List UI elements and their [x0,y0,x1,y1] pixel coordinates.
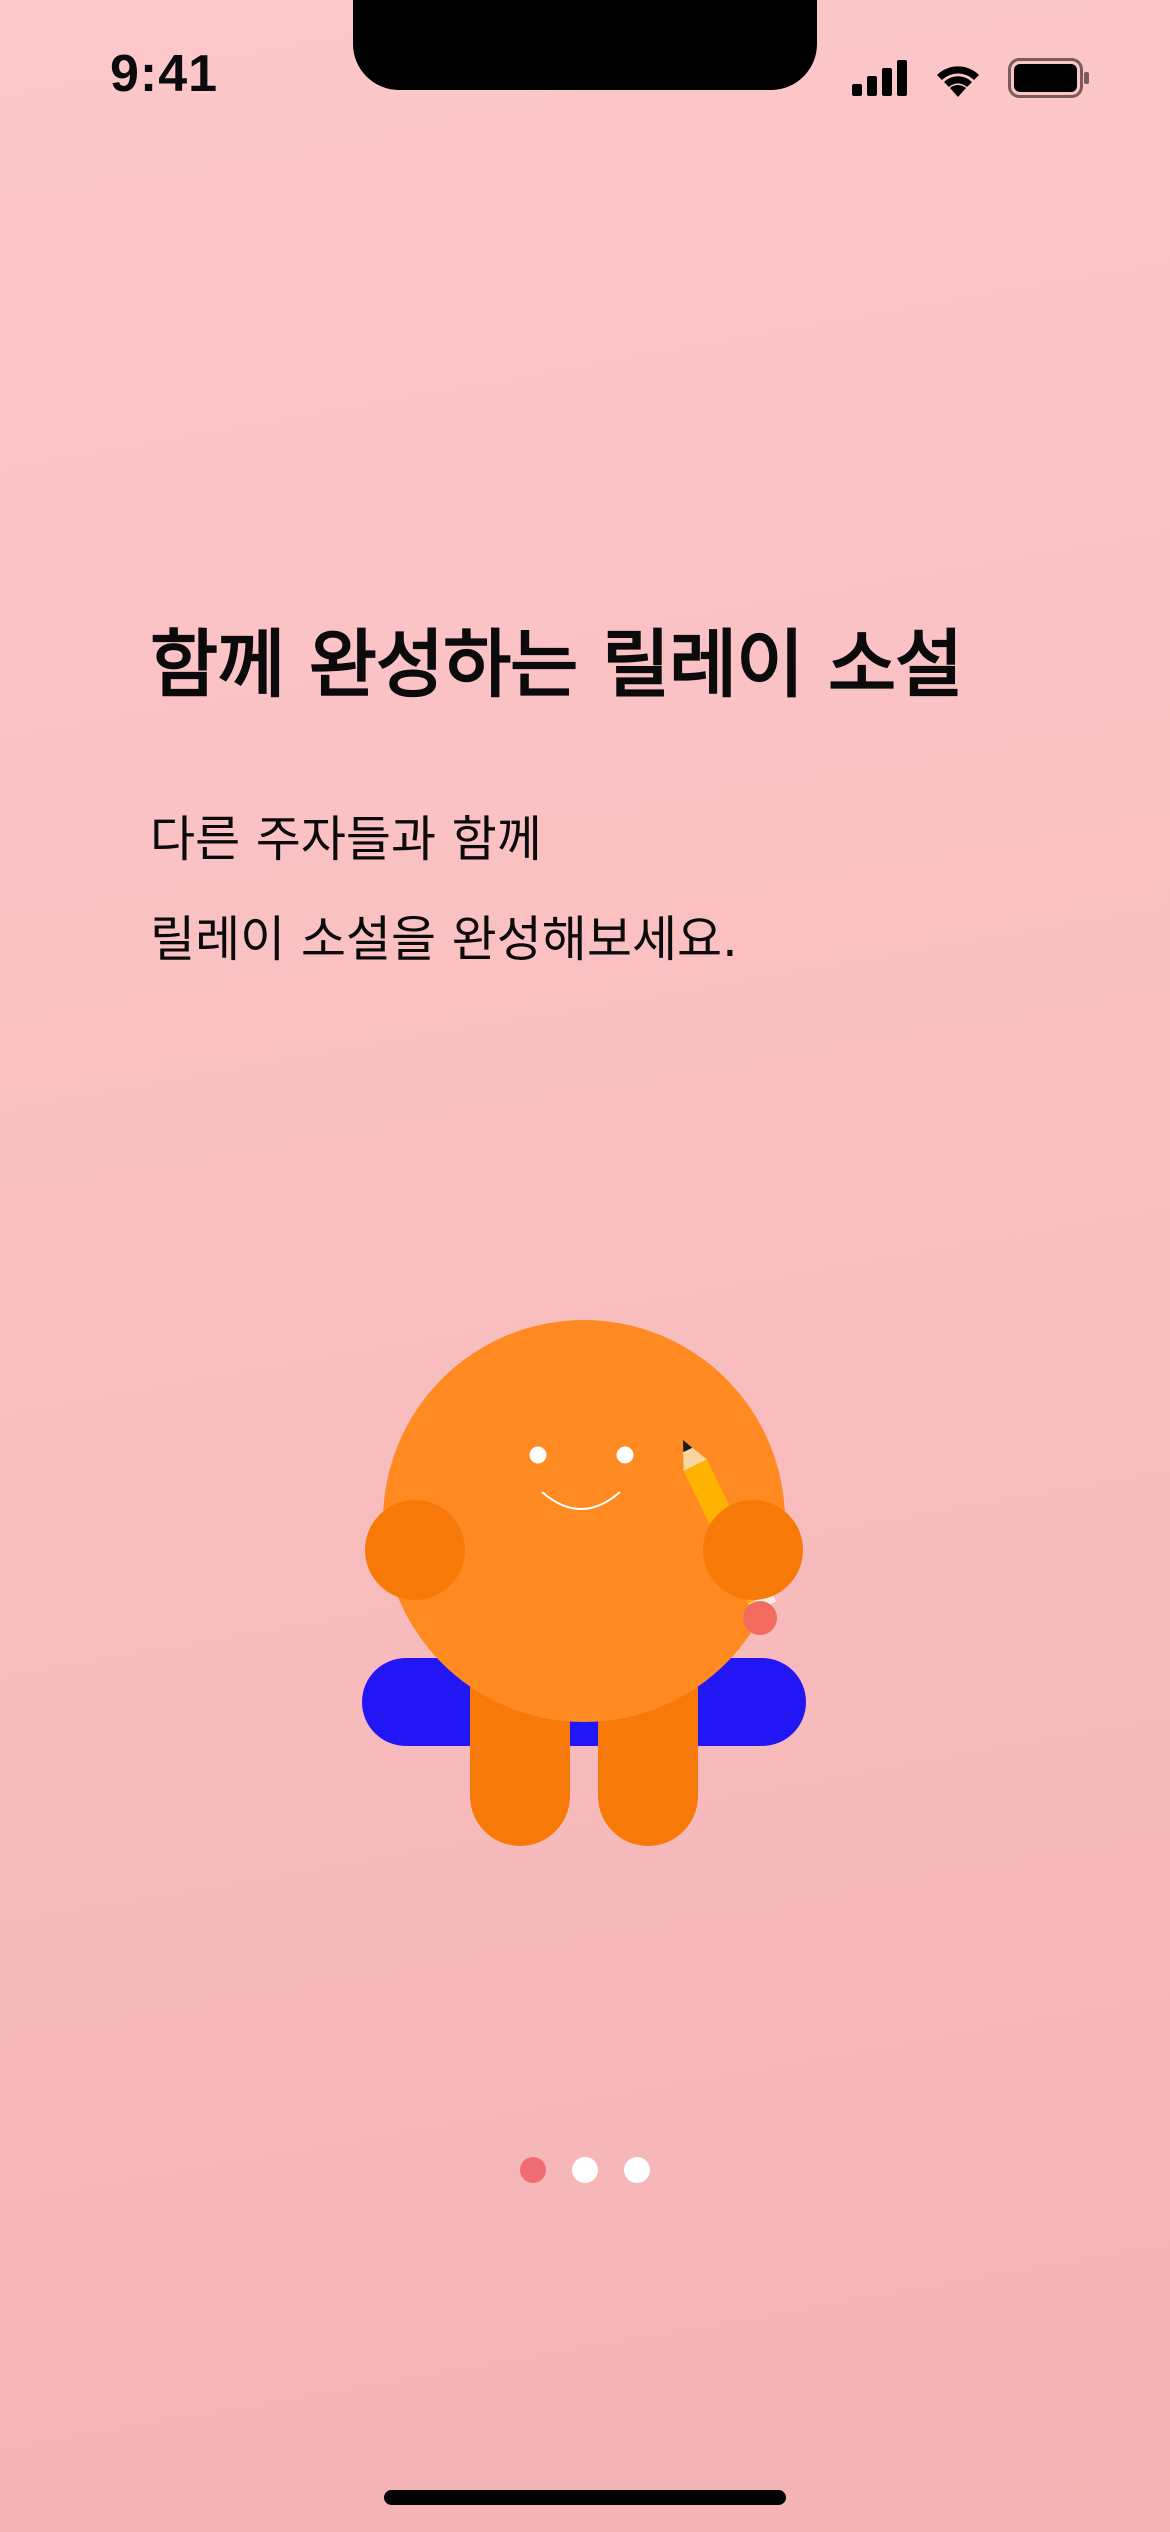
character-illustration [362,1320,806,1846]
pencil-eraser [743,1601,777,1635]
character-right-hand [703,1500,803,1600]
page-indicator-dot-3[interactable] [624,2157,650,2183]
battery-icon [1008,58,1089,98]
onboarding-description-line-2: 릴레이 소설을 완성해보세요. [150,911,738,968]
device-notch [353,0,817,90]
cellular-signal-icon [852,60,907,96]
status-icons [852,56,1090,100]
character-left-eye [529,1446,547,1464]
onboarding-title: 함께 완성하는 릴레이 소설 [150,622,963,708]
character-right-eye [616,1446,634,1464]
status-bar: 9:41 [0,0,1170,160]
character-left-hand [365,1500,465,1600]
status-time: 9:41 [110,45,219,103]
onboarding-description-line-1: 다른 주자들과 함께 [150,811,542,868]
page-indicator [0,2157,1170,2183]
home-indicator[interactable] [384,2490,786,2505]
page-indicator-dot-1[interactable] [520,2157,546,2183]
wifi-icon [937,66,979,97]
page-indicator-dot-2[interactable] [572,2157,598,2183]
